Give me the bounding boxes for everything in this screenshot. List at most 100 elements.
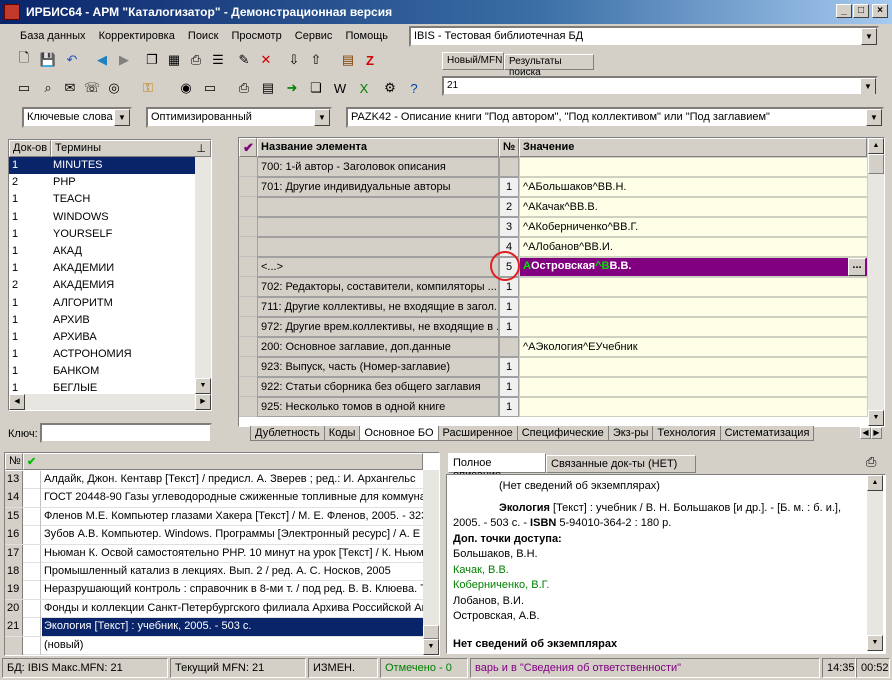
delete-icon[interactable]: ✕ xyxy=(256,50,276,70)
column-header-value[interactable]: Значение xyxy=(519,138,867,157)
repeat-number[interactable]: 2 xyxy=(499,197,519,217)
search-method-select[interactable]: Оптимизированный ▼ xyxy=(146,107,332,128)
repeat-number[interactable]: 3 xyxy=(499,217,519,237)
editor-row[interactable]: 700: 1-й автор - Заголовок описания xyxy=(239,157,868,177)
menu-search[interactable]: Поиск xyxy=(188,30,218,42)
dictionary-row[interactable]: 1 АКАД xyxy=(9,243,195,260)
result-row[interactable]: 17 Ньюман К. Освой самостоятельно PHP. 10… xyxy=(5,544,423,563)
new-icon[interactable]: 🗋 xyxy=(14,50,34,70)
result-row[interactable]: 13 Алдайк, Джон. Кентавр [Текст] / предис… xyxy=(5,471,423,490)
result-checkbox[interactable] xyxy=(23,581,41,600)
dictionary-row[interactable]: 2 АКАДЕМИЯ xyxy=(9,277,195,294)
checkmark-icon[interactable]: ✔ xyxy=(23,453,423,470)
chat-icon[interactable]: ☏ xyxy=(82,78,102,98)
tab-scroll-left-icon[interactable]: ◀ xyxy=(860,427,871,439)
row-marker[interactable] xyxy=(239,237,257,257)
editor-row[interactable]: 3 ^AКоберниченко^BВ.Г. xyxy=(239,217,868,237)
tab-main-bo[interactable]: Основное БО xyxy=(359,426,439,441)
column-header-docs[interactable]: Док-ов xyxy=(9,140,51,157)
editor-row[interactable]: 711: Другие коллективы, не входящие в за… xyxy=(239,297,868,317)
editor-row[interactable]: 922: Статьи сборника без общего заглавия… xyxy=(239,377,868,397)
tab-linked-docs[interactable]: Связанные док-ты (НЕТ) xyxy=(546,455,696,473)
book-icon[interactable]: ▤ xyxy=(338,50,358,70)
envelope-icon[interactable]: ✉ xyxy=(60,78,80,98)
card-icon[interactable]: ▭ xyxy=(200,78,220,98)
pages-icon[interactable]: ❏ xyxy=(306,78,326,98)
element-value[interactable] xyxy=(519,317,868,337)
key-icon[interactable]: ⚿ xyxy=(138,78,158,98)
minimize-button[interactable]: _ xyxy=(836,4,852,18)
row-marker[interactable] xyxy=(239,217,257,237)
element-value[interactable] xyxy=(519,357,868,377)
row-marker[interactable] xyxy=(239,197,257,217)
result-checkbox[interactable] xyxy=(23,544,41,563)
repeat-number[interactable]: 1 xyxy=(499,297,519,317)
dictionary-list[interactable]: Док-ов Термины ⊥ 1 MINUTES 2 PHP 1 TEACH 1 WIND… xyxy=(8,139,212,411)
result-row[interactable]: 15 Фленов М.Е. Компьютер глазами Хакера [… xyxy=(5,507,423,527)
description-vscrollbar[interactable]: ▲ ▼ xyxy=(867,475,883,651)
element-value[interactable]: ^AЭкология^EУчебник xyxy=(519,337,868,357)
element-value[interactable] xyxy=(519,377,868,397)
element-value[interactable]: ^AЛобанов^BВ.И. xyxy=(519,237,868,257)
result-checkbox[interactable] xyxy=(23,636,41,655)
printer-icon[interactable]: ⎙ xyxy=(234,78,254,98)
pin-icon[interactable]: ⊥ xyxy=(196,142,206,155)
repeat-number[interactable] xyxy=(499,157,519,177)
row-marker[interactable] xyxy=(239,297,257,317)
repeat-number[interactable]: 1 xyxy=(499,397,519,417)
results-list[interactable]: № ✔ 13 Алдайк, Джон. Кентавр [Текст] / пр… xyxy=(4,452,440,656)
column-header-element-name[interactable]: Название элемента xyxy=(257,138,499,157)
tab-scroll-buttons[interactable]: ◀ ▶ xyxy=(860,427,884,441)
repeat-number[interactable]: 1 xyxy=(499,357,519,377)
chevron-down-icon[interactable]: ▼ xyxy=(314,109,330,126)
worksheet-select[interactable]: PAZK42 - Описание книги "Под автором", "… xyxy=(346,107,884,128)
row-marker[interactable] xyxy=(239,177,257,197)
element-value[interactable] xyxy=(519,277,868,297)
globe-icon[interactable]: ◎ xyxy=(104,78,124,98)
list-icon[interactable]: ☰ xyxy=(208,50,228,70)
dictionary-hscrollbar[interactable]: ◀ ▶ xyxy=(9,394,211,410)
result-row[interactable]: (новый) xyxy=(5,636,423,655)
element-value[interactable]: ^AКоберниченко^BВ.Г. xyxy=(519,217,868,237)
result-row[interactable]: 14 ГОСТ 20448-90 Газы углеводородные сжиж… xyxy=(5,489,423,508)
row-marker[interactable] xyxy=(239,157,257,177)
menu-view[interactable]: Просмотр xyxy=(231,30,281,42)
word-icon[interactable]: W xyxy=(330,78,350,98)
result-row[interactable]: 19 Неразрушающий контроль : справочник в … xyxy=(5,581,423,600)
editor-row[interactable]: 925: Несколько томов в одной книге 1 xyxy=(239,397,868,417)
dictionary-row[interactable]: 1 MINUTES xyxy=(9,157,195,175)
tab-codes[interactable]: Коды xyxy=(323,426,361,441)
print-icon[interactable]: ⎙ xyxy=(186,50,206,70)
row-marker[interactable] xyxy=(239,337,257,357)
report-icon[interactable]: ▤ xyxy=(258,78,278,98)
tab-extended[interactable]: Расширенное xyxy=(437,426,518,441)
tab-duplicates[interactable]: Дублетность xyxy=(250,426,325,441)
undo-icon[interactable]: ↶ xyxy=(62,50,82,70)
table-icon[interactable]: ▦ xyxy=(164,50,184,70)
editor-row[interactable]: 200: Основное заглавие, доп.данные ^AЭкол… xyxy=(239,337,868,357)
tab-new-mfn[interactable]: Новый/MFN xyxy=(442,52,504,70)
doc-icon[interactable]: ▭ xyxy=(14,78,34,98)
result-checkbox[interactable] xyxy=(23,618,41,637)
dictionary-vscrollbar[interactable]: ▼ xyxy=(195,157,211,394)
search-mode-select[interactable]: Ключевые слова ▼ xyxy=(22,107,132,128)
result-checkbox[interactable] xyxy=(23,489,41,508)
row-marker[interactable] xyxy=(239,257,257,277)
dictionary-row[interactable]: 1 TEACH xyxy=(9,191,195,208)
chevron-down-icon[interactable]: ▼ xyxy=(114,109,130,126)
element-value[interactable]: ^AКачак^BВ.В. xyxy=(519,197,868,217)
chevron-down-icon[interactable]: ▼ xyxy=(860,78,876,94)
result-row[interactable]: 21 Экология [Текст] : учебник, 2005. - 50… xyxy=(5,618,423,637)
export-icon[interactable]: ⇧ xyxy=(306,50,326,70)
chevron-down-icon[interactable]: ▼ xyxy=(866,109,882,126)
database-combo[interactable]: IBIS - Тестовая библиотечная БД ▼ xyxy=(409,26,879,47)
tab-scroll-right-icon[interactable]: ▶ xyxy=(871,427,882,439)
row-marker[interactable] xyxy=(239,277,257,297)
dictionary-row[interactable]: 1 АРХИВ xyxy=(9,312,195,329)
result-row[interactable]: 18 Промышленный катализ в лекциях. Вып. 2… xyxy=(5,562,423,582)
excel-icon[interactable]: X xyxy=(354,78,374,98)
key-input[interactable] xyxy=(40,423,212,443)
row-marker[interactable] xyxy=(239,377,257,397)
close-button[interactable]: × xyxy=(872,4,888,18)
mfn-input[interactable]: 21 ▼ xyxy=(442,76,878,96)
